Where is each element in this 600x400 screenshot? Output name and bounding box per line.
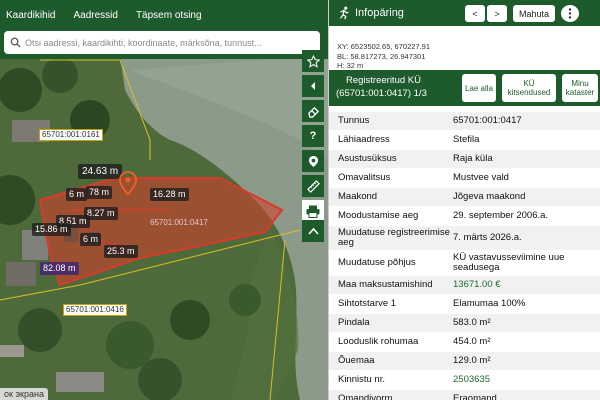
screen-language-hint: ок экрана bbox=[0, 388, 48, 400]
chevron-up-icon[interactable] bbox=[302, 220, 324, 242]
table-row: Maa maksustamishind 13671.00 € bbox=[329, 276, 600, 295]
search-box[interactable] bbox=[4, 31, 320, 54]
attribute-key: Õuemaa bbox=[338, 355, 375, 366]
eraser-icon[interactable] bbox=[302, 100, 324, 122]
measurement-label: 15.86 m bbox=[32, 223, 71, 236]
map-header: Kaardikihid Aadressid Täpsem otsing bbox=[0, 0, 328, 59]
register-header: Registreeritud KÜ (65701:001:0417) 1/3 L… bbox=[329, 70, 600, 106]
table-row: Omandivorm Eraomand bbox=[329, 390, 600, 400]
ruler-icon[interactable] bbox=[302, 175, 324, 197]
attribute-key: Tunnus bbox=[338, 115, 370, 126]
attribute-value: 454.0 m² bbox=[453, 336, 491, 347]
table-row: Tunnus 65701:001:0417 bbox=[329, 112, 600, 131]
fit-button[interactable]: Mahuta bbox=[513, 5, 555, 22]
table-row: Muudatuse põhjus KÜ vastavusseviimine uue… bbox=[329, 251, 600, 276]
table-row: Õuemaa 129.0 m² bbox=[329, 352, 600, 371]
attribute-value: Eraomand bbox=[453, 393, 497, 400]
next-button[interactable]: > bbox=[487, 5, 507, 22]
panel-title: Infopäring bbox=[355, 7, 404, 19]
table-row: Lähiaadress Stefila bbox=[329, 131, 600, 150]
search-icon bbox=[10, 37, 21, 48]
more-vertical-icon[interactable] bbox=[561, 5, 579, 22]
attribute-value: 7. märts 2026.a. bbox=[453, 232, 522, 243]
attribute-key: Muudatuse põhjus bbox=[338, 257, 416, 268]
search-input[interactable] bbox=[25, 37, 315, 48]
attribute-key: Pindala bbox=[338, 317, 370, 328]
attribute-table: Tunnus 65701:001:0417 Lähiaadress Stefila As… bbox=[329, 112, 600, 400]
help-icon[interactable]: ? bbox=[302, 125, 324, 147]
parcel-id-label: 65701:001:0417 bbox=[150, 218, 208, 227]
attribute-key: Sihtotstarve 1 bbox=[338, 298, 397, 309]
info-panel: Infopäring < > Mahuta XY: 6523502.65, 67… bbox=[328, 0, 600, 400]
my-cadastre-button[interactable]: Minu kataster bbox=[562, 74, 598, 102]
attribute-value[interactable]: 13671.00 € bbox=[453, 280, 600, 290]
table-row: Moodustamise aeg 29. september 2006.a. bbox=[329, 207, 600, 226]
attribute-value: 29. september 2006.a. bbox=[453, 210, 549, 221]
download-button[interactable]: Lae alla bbox=[462, 74, 496, 102]
attribute-key: Maa maksustamishind bbox=[338, 279, 433, 290]
attribute-value: 65701:001:0417 bbox=[453, 115, 522, 126]
map-view[interactable]: Kaardikihid Aadressid Täpsem otsing 6570… bbox=[0, 0, 328, 400]
tab-map-layers[interactable]: Kaardikihid bbox=[6, 10, 55, 21]
xy-coordinates: XY: 6523502.65, 670227.91 bbox=[337, 42, 431, 51]
measurement-label: 78 m bbox=[86, 186, 113, 199]
table-row: Looduslik rohumaa 454.0 m² bbox=[329, 333, 600, 352]
measurement-label: 82.08 m bbox=[40, 262, 79, 275]
attribute-value: Jõgeva maakond bbox=[453, 191, 526, 202]
table-row: Kinnistu nr. 2503635 bbox=[329, 371, 600, 390]
tab-advanced-search[interactable]: Täpsem otsing bbox=[136, 10, 202, 21]
previous-button[interactable]: < bbox=[465, 5, 485, 22]
measurement-label: 16.28 m bbox=[150, 188, 189, 201]
register-title: Registreeritud KÜ (65701:001:0417) 1/3 bbox=[336, 75, 427, 99]
attribute-value: 583.0 m² bbox=[453, 317, 491, 328]
table-row: Sihtotstarve 1 Elamumaa 100% bbox=[329, 295, 600, 314]
plot-label: 65701:001:0416 bbox=[63, 304, 127, 316]
attribute-value: Raja küla bbox=[453, 153, 493, 164]
attribute-value: Mustvee vald bbox=[453, 172, 509, 183]
measurement-label: 24.63 m bbox=[78, 164, 123, 179]
tab-addresses[interactable]: Aadressid bbox=[73, 10, 117, 21]
collapse-icon[interactable] bbox=[302, 75, 324, 97]
attribute-key: Maakond bbox=[338, 191, 378, 202]
printer-icon[interactable] bbox=[302, 200, 324, 222]
attribute-key: Looduslik rohumaa bbox=[338, 336, 419, 347]
attribute-key: Moodustamise aeg bbox=[338, 210, 419, 221]
attribute-key: Omandivorm bbox=[338, 393, 393, 400]
restrictions-button[interactable]: KÜ kitsendused bbox=[502, 74, 556, 102]
star-icon[interactable] bbox=[302, 50, 324, 72]
table-row: Muudatuse registreerimise aeg 7. märts 20… bbox=[329, 226, 600, 251]
attribute-value: Elamumaa 100% bbox=[453, 298, 526, 309]
attribute-value[interactable]: 2503635 bbox=[453, 375, 600, 385]
measurement-label: 6 m bbox=[66, 188, 88, 201]
location-pin-icon[interactable] bbox=[302, 150, 324, 172]
attribute-key: Muudatuse registreerimise aeg bbox=[338, 227, 450, 248]
attribute-key: Asustusüksus bbox=[338, 153, 397, 164]
table-row: Omavalitsus Mustvee vald bbox=[329, 169, 600, 188]
run-icon bbox=[340, 6, 349, 20]
table-row: Asustusüksus Raja küla bbox=[329, 150, 600, 169]
attribute-key: Kinnistu nr. bbox=[338, 374, 385, 385]
table-row: Pindala 583.0 m² bbox=[329, 314, 600, 333]
attribute-key: Omavalitsus bbox=[338, 172, 391, 183]
measurement-label: 25.3 m bbox=[104, 245, 138, 258]
table-row: Maakond Jõgeva maakond bbox=[329, 188, 600, 207]
plot-label: 65701:001:0161 bbox=[39, 129, 103, 141]
bl-coordinates: BL: 58.817273, 26.947301 bbox=[337, 51, 426, 61]
measurement-label: 6 m bbox=[80, 233, 102, 246]
attribute-value: Stefila bbox=[453, 134, 480, 145]
attribute-value: KÜ vastavusseviimine uue seadusega bbox=[453, 252, 565, 273]
attribute-key: Lähiaadress bbox=[338, 134, 390, 145]
location-marker-icon[interactable] bbox=[119, 171, 137, 195]
attribute-value: 129.0 m² bbox=[453, 355, 491, 366]
